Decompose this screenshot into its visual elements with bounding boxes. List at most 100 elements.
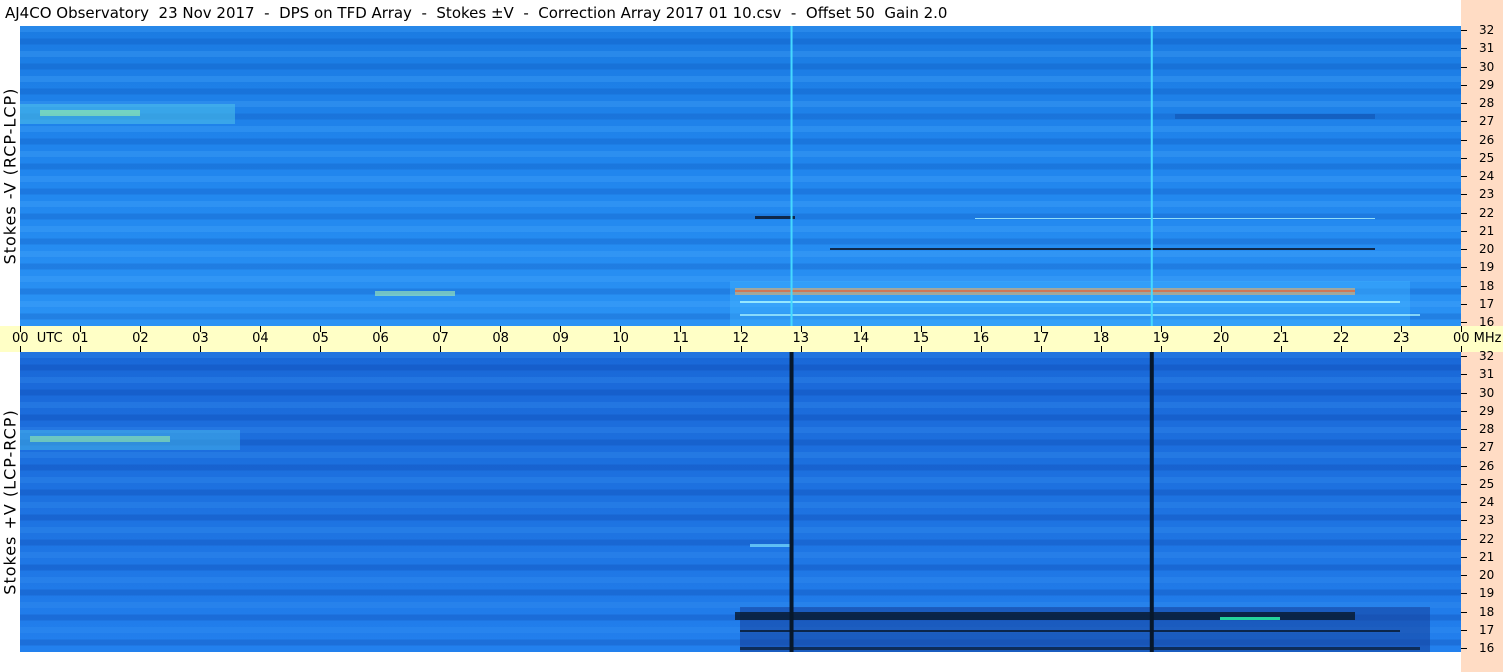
frequency-tick <box>1461 230 1467 232</box>
frequency-tick-label: 28 <box>1479 422 1495 436</box>
spectral-band <box>20 163 1461 170</box>
frequency-tick <box>1461 30 1467 31</box>
frequency-tick-label: 16 <box>1479 315 1495 329</box>
spectral-band <box>20 477 1461 483</box>
frequency-tick <box>1461 629 1467 631</box>
spectral-band <box>20 126 1461 132</box>
interference-line <box>1150 26 1153 326</box>
frequency-tick <box>1461 84 1467 86</box>
frequency-tick-label: 23 <box>1479 513 1495 528</box>
time-tick-label: 17 <box>1032 331 1050 346</box>
time-tick-label: 12 <box>732 331 750 346</box>
frequency-tick <box>1461 139 1467 141</box>
spectral-band <box>20 502 1461 508</box>
interference-line <box>789 352 794 652</box>
frequency-tick <box>1461 212 1467 214</box>
time-tick-label: 20 <box>1212 331 1230 346</box>
time-tick-label: 01 <box>72 331 89 346</box>
time-tick-label: 02 <box>132 331 149 346</box>
spectral-band <box>20 589 1461 596</box>
frequency-tick <box>1461 410 1467 412</box>
frequency-tick <box>1461 48 1467 50</box>
time-tick-label: 07 <box>432 331 449 346</box>
time-tick-label: 18 <box>1092 331 1110 346</box>
spectral-band <box>20 176 1461 182</box>
time-tick-label: 22 <box>1332 331 1350 346</box>
spectral-band <box>20 188 1461 195</box>
spectral-band <box>20 201 1461 207</box>
frequency-axis-bottom: 32 31 30 29 28 27 26 25 24 23 22 21 20 19 18 17 16 <box>1461 349 1503 654</box>
frequency-tick-label: 26 <box>1479 132 1495 147</box>
spectral-band <box>20 414 1461 421</box>
time-tick-label: 03 <box>192 331 209 346</box>
spectral-band <box>20 377 1461 383</box>
frequency-tick-label: 25 <box>1479 476 1495 491</box>
frequency-tick <box>1461 593 1467 595</box>
spectral-band <box>20 238 1461 245</box>
frequency-tick-label: 19 <box>1479 586 1495 601</box>
spectral-band <box>20 76 1461 82</box>
frequency-tick <box>1461 267 1467 269</box>
spectral-band <box>20 226 1461 232</box>
spectral-band <box>20 389 1461 396</box>
spectrogram-stokes-plus-v <box>20 352 1461 652</box>
frequency-tick <box>1461 176 1467 177</box>
time-tick-label: 11 <box>672 331 689 346</box>
time-tick-label: 00 MHz <box>1453 331 1502 346</box>
frequency-tick-label: 19 <box>1479 260 1495 275</box>
time-tick-label: 14 <box>852 331 870 346</box>
spectral-band <box>20 452 1461 458</box>
frequency-tick-label: 29 <box>1479 403 1495 418</box>
frequency-tick <box>1461 322 1467 323</box>
bottom-panel-label: Stokes +V (LCP-RCP) <box>0 409 20 595</box>
spectrogram-stokes-minus-v <box>20 26 1461 326</box>
frequency-tick <box>1461 103 1467 104</box>
frequency-tick-label: 24 <box>1479 169 1495 183</box>
frequency-tick <box>1461 303 1467 305</box>
frequency-tick-label: 22 <box>1479 205 1495 220</box>
frequency-tick <box>1461 66 1467 68</box>
frequency-tick-label: 31 <box>1479 41 1495 56</box>
frequency-tick <box>1461 356 1467 357</box>
frequency-tick-label: 20 <box>1479 242 1495 256</box>
time-tick-label: 09 <box>552 331 569 346</box>
frequency-tick-label: 32 <box>1479 349 1495 363</box>
time-tick-label: 19 <box>1152 331 1170 346</box>
spectral-band <box>20 51 1461 57</box>
time-tick-label: 10 <box>612 331 629 346</box>
time-tick-label: 08 <box>492 331 509 346</box>
spectral-band <box>20 527 1461 533</box>
frequency-tick-label: 23 <box>1479 187 1495 202</box>
frequency-tick <box>1461 556 1467 558</box>
frequency-tick <box>1461 502 1467 503</box>
frequency-tick <box>1461 429 1467 430</box>
frequency-tick-label: 24 <box>1479 495 1495 509</box>
time-tick-label: 04 <box>252 331 269 346</box>
frequency-tick-label: 17 <box>1479 296 1495 311</box>
frequency-axis-top: 32 31 30 29 28 27 26 25 24 23 22 21 20 19 18 17 16 <box>1461 23 1503 329</box>
time-tick-label: 23 <box>1392 331 1410 346</box>
frequency-tick <box>1461 611 1467 613</box>
frequency-tick <box>1461 392 1467 394</box>
spectral-band <box>20 539 1461 546</box>
frequency-tick <box>1461 447 1467 449</box>
frequency-tick-label: 17 <box>1479 622 1495 637</box>
spectral-band <box>20 552 1461 558</box>
time-tick-label: 21 <box>1272 331 1290 346</box>
frequency-tick <box>1461 285 1467 287</box>
spectral-band <box>20 88 1461 95</box>
spectral-band <box>20 26 1461 32</box>
frequency-tick-label: 32 <box>1479 23 1495 37</box>
frequency-tick-label: 28 <box>1479 96 1495 110</box>
interference-line <box>790 26 793 326</box>
spectral-band <box>20 101 1461 107</box>
frequency-tick <box>1461 157 1467 159</box>
time-tick-label: 00 UTC <box>12 331 63 346</box>
spectral-band <box>20 352 1461 358</box>
time-tick-label: 16 <box>972 331 990 346</box>
top-panel-label: Stokes -V (RCP-LCP) <box>0 87 20 265</box>
frequency-tick <box>1461 249 1467 250</box>
spectral-band <box>20 577 1461 583</box>
frequency-tick-label: 21 <box>1479 223 1495 238</box>
frequency-tick <box>1461 374 1467 376</box>
